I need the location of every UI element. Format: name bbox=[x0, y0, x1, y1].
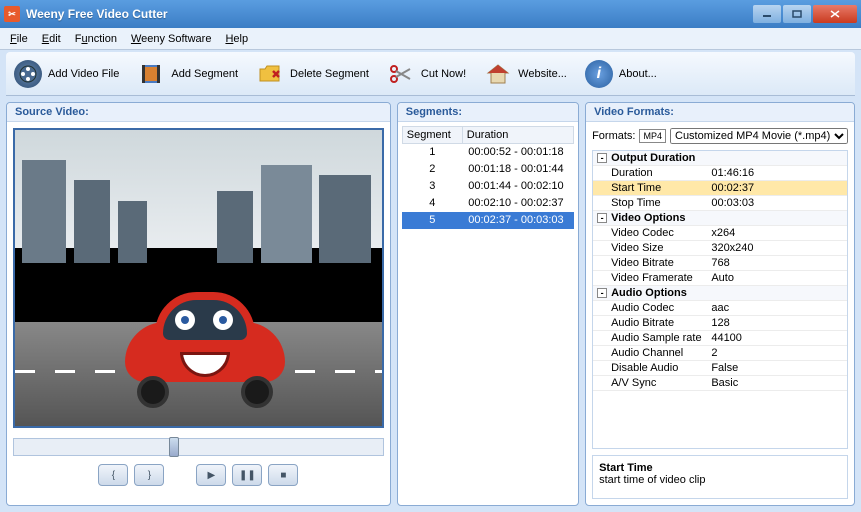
property-row[interactable]: A/V SyncBasic bbox=[593, 376, 847, 391]
seek-thumb[interactable] bbox=[169, 437, 179, 457]
filmstrip-icon bbox=[137, 60, 165, 88]
scissors-icon bbox=[387, 60, 415, 88]
add-video-file-button[interactable]: Add Video File bbox=[14, 60, 119, 88]
folder-delete-icon bbox=[256, 60, 284, 88]
property-row[interactable]: Disable AudioFalse bbox=[593, 361, 847, 376]
maximize-button[interactable] bbox=[783, 5, 811, 23]
segment-row[interactable]: 400:02:10 - 00:02:37 bbox=[402, 195, 573, 212]
source-video-panel: Source Video: bbox=[6, 102, 391, 506]
play-button[interactable]: ▶ bbox=[196, 464, 226, 486]
mark-in-button[interactable]: { bbox=[98, 464, 128, 486]
titlebar: ✂ Weeny Free Video Cutter bbox=[0, 0, 861, 28]
cut-now-button[interactable]: Cut Now! bbox=[387, 60, 466, 88]
website-button[interactable]: Website... bbox=[484, 60, 567, 88]
info-icon: i bbox=[585, 60, 613, 88]
app-icon: ✂ bbox=[4, 6, 20, 22]
property-row[interactable]: Audio Codecaac bbox=[593, 301, 847, 316]
menu-function[interactable]: Function bbox=[69, 31, 123, 47]
delete-segment-button[interactable]: Delete Segment bbox=[256, 60, 369, 88]
col-segment[interactable]: Segment bbox=[402, 127, 462, 144]
about-button[interactable]: i About... bbox=[585, 60, 657, 88]
add-segment-button[interactable]: Add Segment bbox=[137, 60, 238, 88]
playback-controls: { } ▶ ❚❚ ■ bbox=[7, 460, 390, 494]
about-label: About... bbox=[619, 68, 657, 80]
segments-table[interactable]: Segment Duration 100:00:52 - 00:01:18200… bbox=[402, 126, 574, 501]
segment-row[interactable]: 200:01:18 - 00:01:44 bbox=[402, 161, 573, 178]
menubar: File Edit Function Weeny Software Help bbox=[0, 28, 861, 50]
menu-weeny-software[interactable]: Weeny Software bbox=[125, 31, 218, 47]
mark-out-button[interactable]: } bbox=[134, 464, 164, 486]
segment-row[interactable]: 300:01:44 - 00:02:10 bbox=[402, 178, 573, 195]
add-video-label: Add Video File bbox=[48, 68, 119, 80]
video-formats-header: Video Formats: bbox=[586, 103, 854, 122]
menu-help[interactable]: Help bbox=[219, 31, 254, 47]
segment-row[interactable]: 500:02:37 - 00:03:03 bbox=[402, 212, 573, 229]
segment-row[interactable]: 100:00:52 - 00:01:18 bbox=[402, 144, 573, 161]
property-section[interactable]: -Audio Options bbox=[593, 286, 847, 301]
website-label: Website... bbox=[518, 68, 567, 80]
formats-dropdown[interactable]: Customized MP4 Movie (*.mp4) bbox=[670, 128, 848, 144]
hint-desc: start time of video clip bbox=[599, 474, 841, 486]
film-reel-icon bbox=[14, 60, 42, 88]
stop-button[interactable]: ■ bbox=[268, 464, 298, 486]
property-section[interactable]: -Output Duration bbox=[593, 151, 847, 166]
video-preview[interactable] bbox=[13, 128, 384, 428]
property-row[interactable]: Audio Sample rate44100 bbox=[593, 331, 847, 346]
segments-panel: Segments: Segment Duration 100:00:52 - 0… bbox=[397, 102, 579, 506]
properties-table[interactable]: -Output DurationDuration01:46:16Start Ti… bbox=[592, 150, 848, 449]
property-row[interactable]: Start Time00:02:37 bbox=[593, 181, 847, 196]
property-section[interactable]: -Video Options bbox=[593, 211, 847, 226]
add-segment-label: Add Segment bbox=[171, 68, 238, 80]
source-video-header: Source Video: bbox=[7, 103, 390, 122]
app-title: Weeny Free Video Cutter bbox=[26, 7, 753, 21]
hint-title: Start Time bbox=[599, 462, 841, 474]
menu-edit[interactable]: Edit bbox=[36, 31, 67, 47]
property-hint: Start Time start time of video clip bbox=[592, 455, 848, 499]
cut-now-label: Cut Now! bbox=[421, 68, 466, 80]
home-icon bbox=[484, 60, 512, 88]
col-duration[interactable]: Duration bbox=[462, 127, 573, 144]
minimize-button[interactable] bbox=[753, 5, 781, 23]
format-badge: MP4 bbox=[639, 129, 666, 143]
close-button[interactable] bbox=[813, 5, 857, 23]
property-row[interactable]: Stop Time00:03:03 bbox=[593, 196, 847, 211]
property-row[interactable]: Video Codecx264 bbox=[593, 226, 847, 241]
segments-header: Segments: bbox=[398, 103, 578, 122]
delete-segment-label: Delete Segment bbox=[290, 68, 369, 80]
property-row[interactable]: Video Size320x240 bbox=[593, 241, 847, 256]
property-row[interactable]: Duration01:46:16 bbox=[593, 166, 847, 181]
seek-bar[interactable] bbox=[13, 438, 384, 456]
pause-button[interactable]: ❚❚ bbox=[232, 464, 262, 486]
property-row[interactable]: Audio Channel2 bbox=[593, 346, 847, 361]
property-row[interactable]: Audio Bitrate128 bbox=[593, 316, 847, 331]
video-formats-panel: Video Formats: Formats: MP4 Customized M… bbox=[585, 102, 855, 506]
property-row[interactable]: Video FramerateAuto bbox=[593, 271, 847, 286]
property-row[interactable]: Video Bitrate768 bbox=[593, 256, 847, 271]
toolbar: Add Video File Add Segment Delete Segmen… bbox=[6, 52, 855, 96]
menu-file[interactable]: File bbox=[4, 31, 34, 47]
formats-label: Formats: bbox=[592, 130, 635, 142]
